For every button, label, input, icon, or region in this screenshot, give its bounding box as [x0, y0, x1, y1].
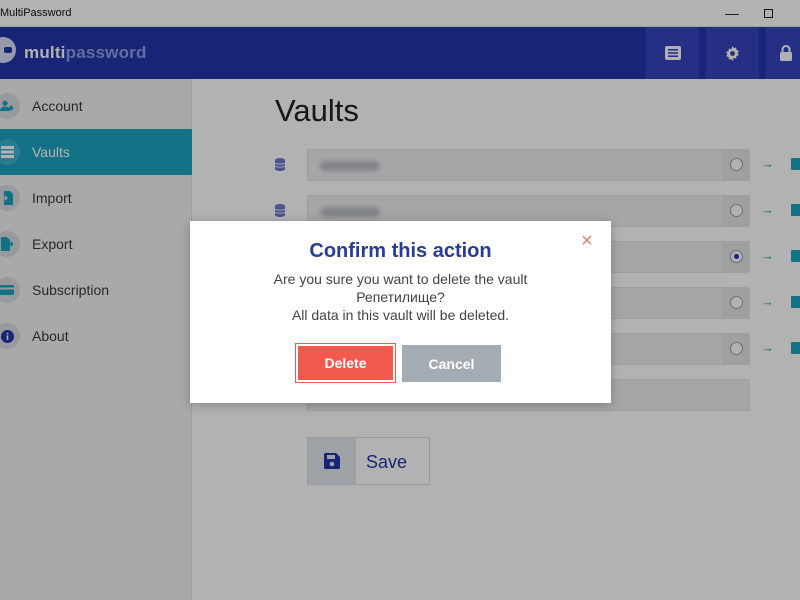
dialog-vault-name: Репетилище? — [356, 289, 445, 305]
delete-button[interactable]: Delete — [295, 343, 396, 383]
cancel-button[interactable]: Cancel — [402, 345, 501, 382]
dialog-title: Confirm this action — [309, 240, 492, 262]
confirm-dialog: Confirm this action × Are you sure you w… — [190, 221, 611, 403]
dialog-message-line-1: Are you sure you want to delete the vaul… — [273, 271, 528, 287]
close-icon[interactable]: × — [581, 231, 593, 251]
dialog-message: Are you sure you want to delete the vaul… — [190, 270, 611, 324]
dialog-message-line-3: All data in this vault will be deleted. — [291, 307, 510, 323]
